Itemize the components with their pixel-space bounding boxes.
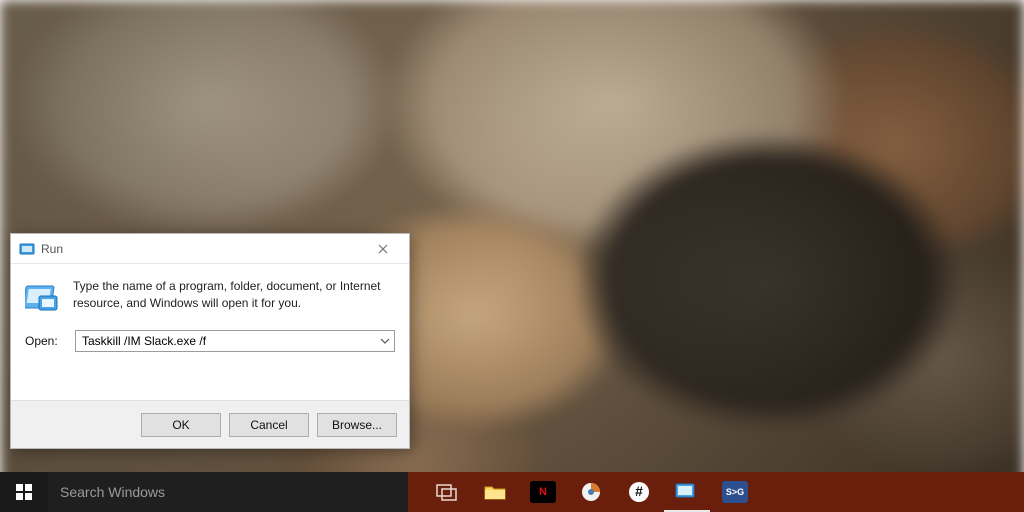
app-circle-icon xyxy=(580,481,602,503)
open-dropdown-button[interactable] xyxy=(376,331,394,351)
ok-button[interactable]: OK xyxy=(141,413,221,437)
start-button[interactable] xyxy=(0,472,48,512)
sourcetree-button[interactable]: S>G xyxy=(712,472,758,512)
search-placeholder: Search Windows xyxy=(60,484,165,500)
netflix-icon: N xyxy=(530,481,556,503)
run-dialog: Run Type the name of a program, folder, … xyxy=(10,233,410,449)
windows-logo-icon xyxy=(16,484,32,500)
folder-icon xyxy=(484,483,506,501)
open-input[interactable] xyxy=(76,331,376,351)
run-titlebar[interactable]: Run xyxy=(11,234,409,264)
slack-icon: # xyxy=(628,481,650,503)
run-taskbar-icon xyxy=(675,482,699,500)
close-icon xyxy=(378,244,388,254)
run-title: Run xyxy=(41,242,363,256)
taskbar-items: N # S>G xyxy=(424,472,758,512)
slack-button[interactable]: # xyxy=(616,472,662,512)
close-button[interactable] xyxy=(363,235,403,263)
run-description: Type the name of a program, folder, docu… xyxy=(73,278,395,314)
file-explorer-button[interactable] xyxy=(472,472,518,512)
taskbar: Search Windows N xyxy=(0,472,1024,512)
app-circle-button[interactable] xyxy=(568,472,614,512)
search-box[interactable]: Search Windows xyxy=(48,472,408,512)
task-view-button[interactable] xyxy=(424,472,470,512)
open-label: Open: xyxy=(25,334,65,348)
sourcetree-icon: S>G xyxy=(722,481,748,503)
run-button-row: OK Cancel Browse... xyxy=(11,400,409,448)
cancel-button[interactable]: Cancel xyxy=(229,413,309,437)
netflix-button[interactable]: N xyxy=(520,472,566,512)
chevron-down-icon xyxy=(380,338,390,344)
task-view-icon xyxy=(436,483,458,501)
run-large-icon xyxy=(25,280,59,314)
run-taskbar-button[interactable] xyxy=(664,472,710,512)
browse-button[interactable]: Browse... xyxy=(317,413,397,437)
open-combobox[interactable] xyxy=(75,330,395,352)
svg-text:#: # xyxy=(635,483,643,499)
run-app-icon xyxy=(19,241,35,257)
